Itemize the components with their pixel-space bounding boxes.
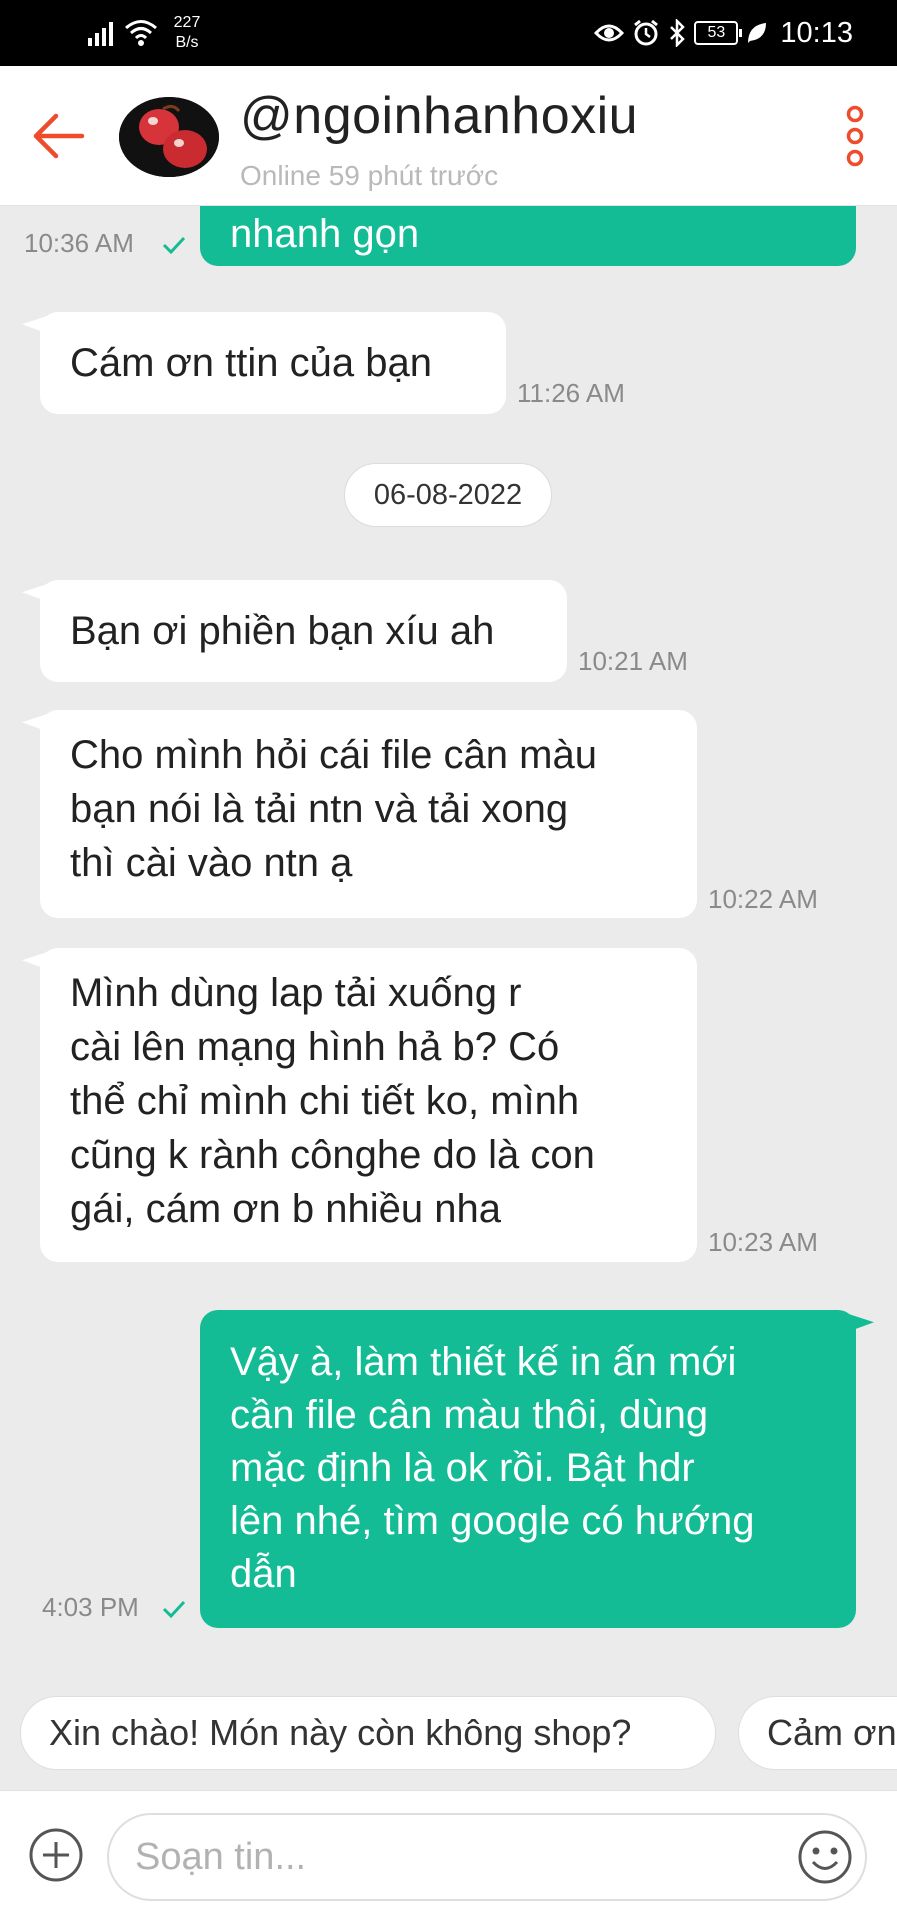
message-time: 10:21 AM (578, 646, 688, 676)
message-time: 10:36 AM (24, 228, 134, 258)
message-line: cũng k rành cônghe do là con (70, 1133, 595, 1177)
back-arrow-icon (33, 113, 85, 159)
signal-icon (88, 22, 113, 46)
message-time: 10:22 AM (708, 884, 818, 914)
message-line: Cho mình hỏi cái file cân màu (70, 733, 597, 777)
leaf-icon (748, 23, 767, 43)
battery-icon: 53 (694, 21, 743, 45)
message-line: bạn nói là tải ntn và tải xong (70, 787, 569, 831)
more-options-button[interactable] (835, 104, 875, 168)
message-time: 4:03 PM (42, 1592, 139, 1622)
add-attachment-button[interactable] (28, 1827, 84, 1883)
message-text: Bạn ơi phiền bạn xíu ah (70, 609, 495, 653)
emoji-icon (798, 1830, 852, 1884)
message-input[interactable] (107, 1813, 867, 1901)
composer-bar (0, 1790, 897, 1920)
more-vertical-icon (846, 105, 864, 167)
avatar-image (119, 97, 219, 177)
back-button[interactable] (28, 108, 88, 164)
message-incoming[interactable]: Mình dùng lap tải xuống r cài lên mạng h… (40, 948, 697, 1262)
message-line: cần file cân màu thôi, dùng (230, 1393, 709, 1437)
wifi-icon (125, 20, 157, 46)
message-text: Cám ơn ttin của bạn (70, 341, 432, 385)
network-speed-unit: B/s (175, 34, 199, 51)
battery-level: 53 (707, 24, 726, 41)
date-separator: 06-08-2022 (344, 463, 552, 527)
message-time: 11:26 AM (517, 378, 625, 408)
chat-username: @ngoinhanhoxiu (240, 87, 639, 145)
message-line: cài lên mạng hình hả b? Có (70, 1025, 560, 1069)
message-line: gái, cám ơn b nhiều nha (70, 1187, 501, 1231)
chat-header: @ngoinhanhoxiu Online 59 phút trước (0, 66, 897, 206)
message-line: mặc định là ok rồi. Bật hdr (230, 1446, 695, 1490)
message-outgoing[interactable]: nhanh gọn (200, 206, 856, 266)
eye-icon (594, 24, 625, 42)
message-text: nhanh gọn (230, 212, 420, 256)
online-status: Online 59 phút trước (240, 160, 499, 191)
quick-reply-chip[interactable]: Xin chào! Món này còn không shop? (20, 1696, 716, 1770)
message-line: Vậy à, làm thiết kế in ấn mới (230, 1340, 737, 1384)
read-check-icon (162, 236, 186, 254)
message-incoming[interactable]: Cám ơn ttin của bạn (40, 312, 506, 414)
message-line: Mình dùng lap tải xuống r (70, 971, 522, 1015)
message-list[interactable]: nhanh gọn 10:36 AM Cám ơn ttin của bạn 1… (0, 206, 897, 1696)
network-speed: 227 B/s (167, 13, 207, 53)
read-check-icon (162, 1600, 186, 1618)
message-incoming[interactable]: Bạn ơi phiền bạn xíu ah (40, 580, 567, 682)
clock: 10:13 (780, 16, 853, 49)
avatar[interactable] (119, 97, 219, 177)
emoji-button[interactable] (797, 1829, 853, 1885)
message-line: thể chỉ mình chi tiết ko, mình (70, 1079, 580, 1123)
message-outgoing[interactable]: Vậy à, làm thiết kế in ấn mới cần file c… (200, 1310, 856, 1628)
message-line: thì cài vào ntn ạ (70, 841, 353, 885)
message-incoming[interactable]: Cho mình hỏi cái file cân màu bạn nói là… (40, 710, 697, 918)
message-line: dẫn (230, 1552, 297, 1596)
quick-reply-chip[interactable]: Cảm ơn (738, 1696, 897, 1770)
message-line: lên nhé, tìm google có hướng (230, 1499, 755, 1543)
alarm-icon (634, 19, 659, 46)
network-speed-value: 227 (173, 14, 201, 31)
bluetooth-icon (670, 19, 686, 47)
status-bar: 227 B/s 53 10:13 (0, 0, 897, 66)
add-icon (29, 1828, 83, 1882)
message-time: 10:23 AM (708, 1227, 818, 1257)
